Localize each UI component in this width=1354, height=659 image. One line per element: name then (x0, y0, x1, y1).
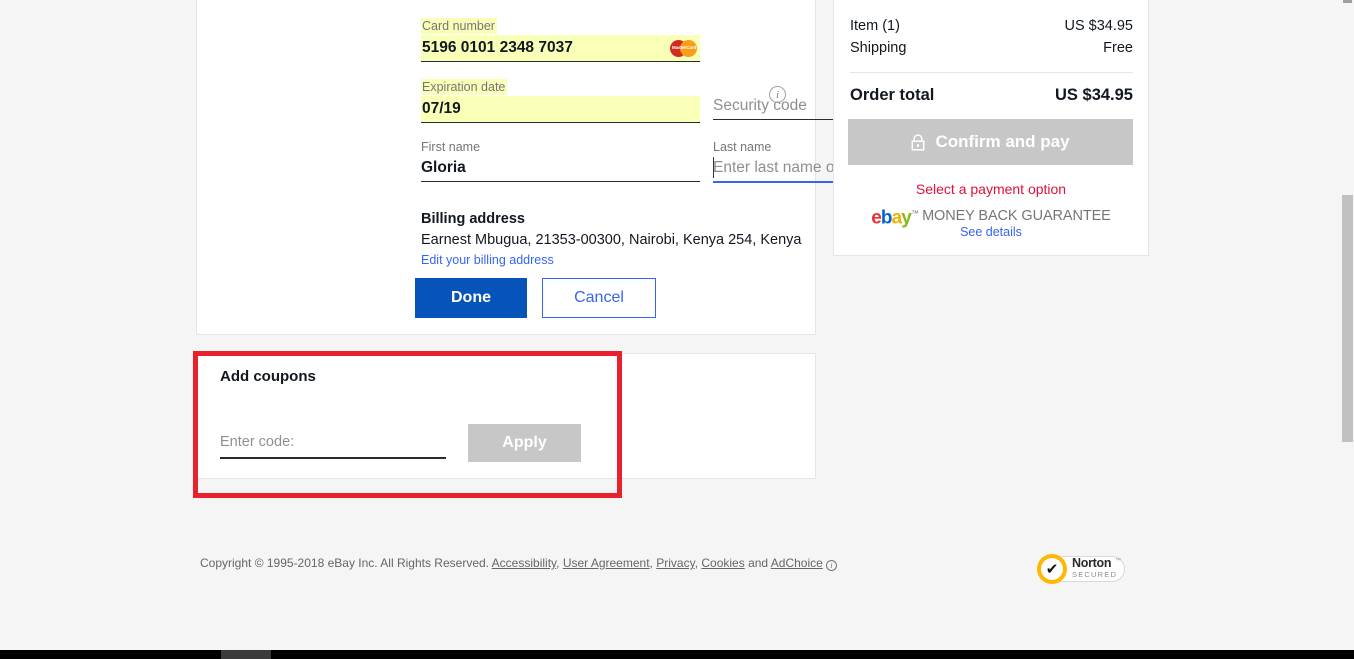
shipping-label: Shipping (850, 40, 907, 56)
horizontal-scrollbar[interactable] (0, 650, 1354, 659)
expiration-date-label: Expiration date (421, 79, 508, 95)
vertical-scrollbar-thumb[interactable] (1342, 195, 1353, 442)
order-total-value: US $34.95 (1055, 86, 1133, 104)
mastercard-brand-text: MasterCard (672, 44, 697, 50)
footer-link-cookies[interactable]: Cookies (701, 556, 744, 570)
lock-icon (911, 133, 925, 151)
summary-row-total: Order total US $34.95 (850, 86, 1133, 105)
summary-row-shipping: Shipping Free (850, 40, 1133, 56)
footer-copyright: Copyright © 1995-2018 eBay Inc. All Righ… (200, 556, 489, 570)
expiration-date-field[interactable]: Expiration date 07/19 (421, 78, 700, 123)
first-name-value: Gloria (421, 159, 466, 176)
norton-secured-badge: ✔ Norton SECURED ™ (1037, 554, 1125, 584)
mastercard-icon: MasterCard (670, 39, 697, 57)
first-name-field[interactable]: First name Gloria (421, 140, 700, 182)
ebay-logo: ebay™ (871, 204, 919, 227)
billing-address-value: Earnest Mbugua, 21353-00300, Nairobi, Ke… (421, 232, 802, 248)
confirm-and-pay-button[interactable]: Confirm and pay (848, 119, 1133, 165)
footer-link-accessibility[interactable]: Accessibility (492, 556, 556, 570)
billing-address-block: Billing address Earnest Mbugua, 21353-00… (421, 209, 801, 269)
norton-checkmark: ✔ (1041, 558, 1063, 580)
done-button[interactable]: Done (415, 278, 527, 318)
left-gutter (0, 0, 8, 651)
vertical-scrollbar[interactable] (1340, 0, 1354, 651)
card-number-value-row: 5196 0101 2348 7037 MasterCard (421, 35, 700, 61)
first-name-underline (421, 181, 700, 182)
coupon-code-placeholder: Enter code: (220, 434, 295, 450)
expiration-date-underline (421, 122, 700, 123)
billing-address-title: Billing address (421, 211, 525, 227)
expiration-date-value-row: 07/19 (421, 96, 700, 122)
item-value: US $34.95 (1064, 18, 1133, 34)
summary-divider (850, 72, 1133, 73)
add-coupons-title: Add coupons (220, 368, 316, 385)
expiration-date-value: 07/19 (422, 100, 461, 117)
footer-link-adchoice[interactable]: AdChoice (771, 556, 823, 570)
norton-text-block: Norton SECURED (1072, 556, 1118, 580)
norton-subtitle: SECURED (1072, 570, 1118, 579)
vertical-scrollbar-tick (1343, 0, 1352, 3)
money-back-guarantee-text: MONEY BACK GUARANTEE (922, 207, 1111, 224)
edit-billing-address-link[interactable]: Edit your billing address (421, 251, 554, 269)
norton-tm: ™ (1115, 558, 1121, 564)
first-name-value-row: Gloria (421, 155, 700, 181)
card-number-field[interactable]: Card number 5196 0101 2348 7037 MasterCa… (421, 17, 700, 62)
footer: Copyright © 1995-2018 eBay Inc. All Righ… (200, 556, 837, 571)
money-back-guarantee-row: ebay™ MONEY BACK GUARANTEE (833, 204, 1149, 228)
item-label: Item (1) (850, 18, 900, 34)
adchoice-info-icon[interactable]: i (825, 560, 837, 571)
cancel-button[interactable]: Cancel (542, 278, 656, 318)
text-cursor (713, 157, 714, 178)
payment-option-warning: Select a payment option (915, 181, 1067, 197)
footer-link-user-agreement[interactable]: User Agreement (563, 556, 650, 570)
security-code-info-icon[interactable]: i (769, 86, 786, 103)
coupon-code-underline (220, 457, 446, 459)
coupon-code-input[interactable]: Enter code: (220, 430, 446, 459)
horizontal-scrollbar-thumb[interactable] (221, 650, 271, 659)
summary-row-item: Item (1) US $34.95 (850, 18, 1133, 34)
first-name-label: First name (421, 140, 481, 154)
security-code-placeholder: Security code (713, 97, 807, 114)
card-number-label: Card number (421, 18, 497, 34)
footer-link-privacy[interactable]: Privacy (656, 556, 694, 570)
norton-name: Norton (1072, 556, 1112, 570)
card-number-underline (421, 61, 700, 62)
shipping-value: Free (1103, 40, 1133, 56)
confirm-and-pay-label: Confirm and pay (935, 132, 1070, 151)
norton-check-icon: ✔ (1037, 554, 1067, 584)
footer-and-word: and (748, 556, 769, 570)
apply-coupon-button[interactable]: Apply (468, 424, 581, 462)
see-details-link[interactable]: See details (833, 225, 1149, 239)
payment-details-card: Card number 5196 0101 2348 7037 MasterCa… (196, 0, 990, 335)
ebay-logo-tm: ™ (910, 209, 919, 218)
checkout-page: Card number 5196 0101 2348 7037 MasterCa… (0, 0, 1354, 659)
order-total-label: Order total (850, 86, 935, 104)
card-number-value: 5196 0101 2348 7037 (422, 39, 573, 56)
